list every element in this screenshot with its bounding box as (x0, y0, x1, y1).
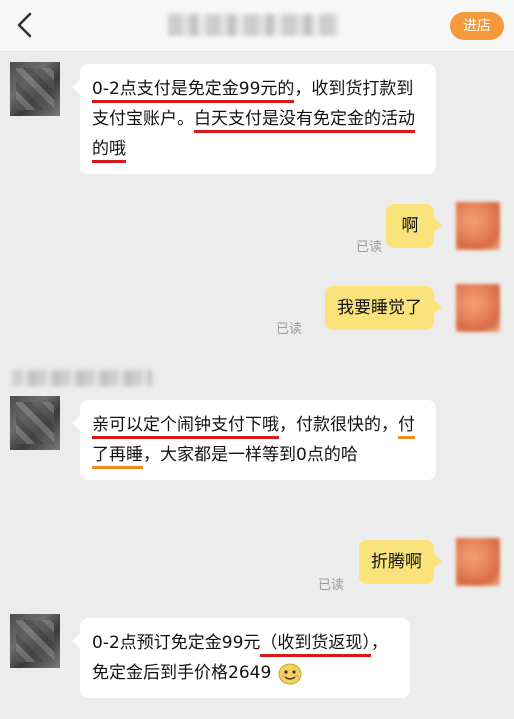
message-text: 0-2点预订免定金99元 (92, 633, 261, 653)
my-avatar[interactable] (456, 202, 500, 250)
shop-message-bubble: 0-2点预订免定金99元（收到货返现），免定金后到手价格2649 (72, 618, 410, 698)
shop-avatar[interactable] (10, 62, 60, 116)
message-text: 啊 (401, 216, 419, 236)
back-arrow-icon[interactable] (14, 10, 36, 40)
underlined-text: 亲可以定个闹钟支付下哦 (92, 415, 279, 439)
sender-name-obscured (12, 370, 152, 386)
message-text: 折腾啊 (371, 552, 422, 572)
underlined-text: （收到货返现） (260, 633, 371, 657)
smiley-emoji-icon (278, 663, 302, 685)
message-text: 我要睡觉了 (337, 298, 422, 318)
read-status: 已读 (276, 322, 303, 337)
read-status: 已读 (318, 578, 345, 593)
message-text: ，付款很快的， (279, 415, 398, 435)
chat-title-obscured (168, 14, 338, 36)
shop-message-bubble: 0-2点支付是免定金99元的，收到货打款到支付宝账户。白天支付是没有免定金的活动… (72, 64, 436, 174)
chat-header: 进店 (0, 0, 514, 52)
shop-message-bubble: 亲可以定个闹钟支付下哦，付款很快的，付了再睡，大家都是一样等到0点的哈 (72, 400, 436, 480)
my-avatar[interactable] (456, 538, 500, 586)
my-message-bubble: 折腾啊 (359, 540, 442, 584)
shop-avatar[interactable] (10, 614, 60, 668)
read-status: 已读 (356, 240, 383, 255)
underlined-text: 0-2点支付是免定金99元的 (92, 79, 295, 103)
message-text: ，大家都是一样等到0点的哈 (143, 445, 358, 465)
my-avatar[interactable] (456, 284, 500, 332)
shop-avatar[interactable] (10, 396, 60, 450)
my-message-bubble: 我要睡觉了 (325, 286, 442, 330)
enter-shop-button[interactable]: 进店 (450, 12, 504, 40)
my-message-bubble: 啊 (386, 204, 442, 248)
